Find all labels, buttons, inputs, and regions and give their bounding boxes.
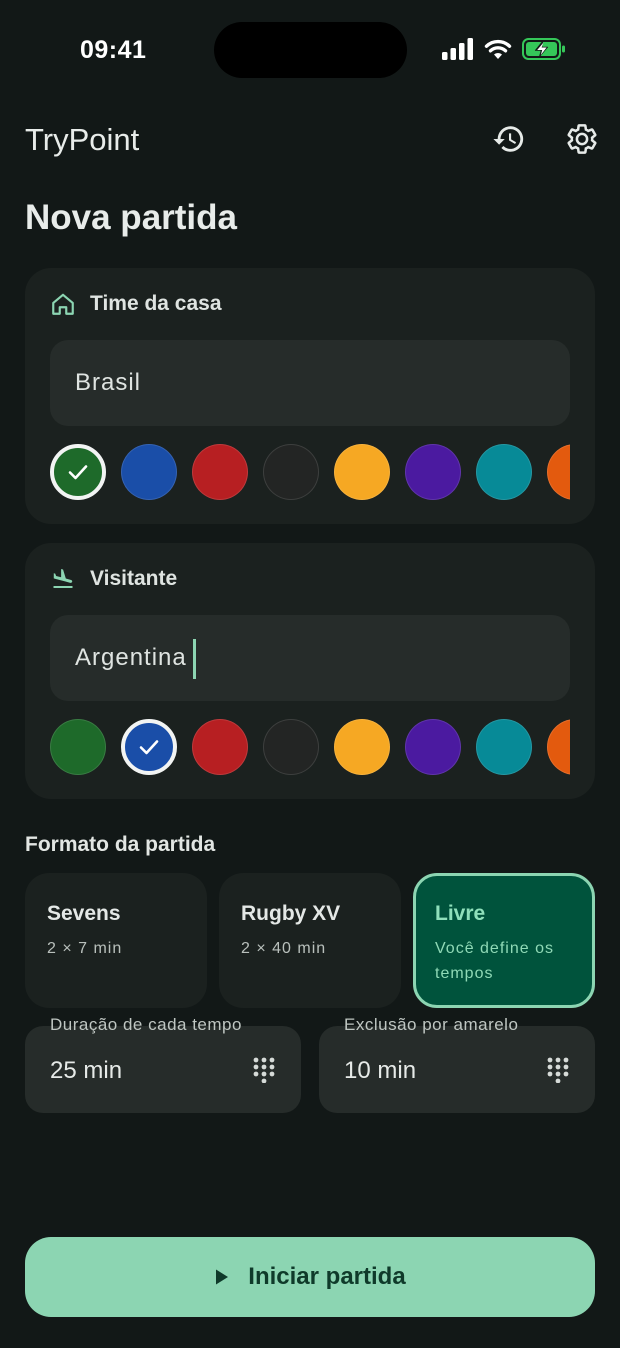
history-button[interactable] — [488, 118, 530, 160]
away-team-card: Visitante — [25, 543, 595, 799]
away-color-black[interactable] — [263, 719, 319, 775]
format-desc: 2 × 7 min — [47, 940, 123, 957]
away-team-input[interactable] — [50, 615, 570, 701]
home-team-label: Time da casa — [90, 292, 222, 315]
history-icon — [493, 126, 524, 152]
away-color-green[interactable] — [50, 719, 106, 775]
home-color-green[interactable] — [50, 444, 106, 500]
check-icon — [139, 740, 159, 755]
text-cursor — [193, 639, 196, 679]
home-color-yellow[interactable] — [334, 444, 390, 500]
format-option-rugby-xv[interactable]: Rugby XV 2 × 40 min — [219, 873, 401, 1008]
wifi-icon — [484, 39, 512, 59]
gear-icon — [567, 124, 597, 154]
away-color-purple[interactable] — [405, 719, 461, 775]
start-match-label: Iniciar partida — [248, 1263, 406, 1290]
status-icons — [442, 38, 566, 60]
away-color-blue[interactable] — [121, 719, 177, 775]
home-color-teal[interactable] — [476, 444, 532, 500]
yellow-card-exclusion-field[interactable]: Exclusão por amarelo 10 min — [319, 1015, 595, 1113]
away-color-picker — [50, 719, 570, 775]
format-section-label: Formato da partida — [25, 833, 216, 856]
play-icon — [216, 1269, 229, 1285]
format-desc: Você define os tempos — [435, 940, 554, 982]
signal-icon — [442, 38, 473, 60]
home-color-orange[interactable] — [547, 444, 570, 500]
dialpad-icon — [547, 1057, 569, 1083]
format-name: Livre — [435, 902, 486, 925]
home-color-blue[interactable] — [121, 444, 177, 500]
format-name: Sevens — [47, 902, 121, 925]
dynamic-island — [214, 22, 407, 78]
dialpad-icon — [253, 1057, 275, 1083]
check-icon — [68, 465, 88, 480]
yellow-card-exclusion-label: Exclusão por amarelo — [344, 1015, 519, 1034]
format-name: Rugby XV — [241, 902, 341, 925]
battery-charging-icon — [522, 38, 565, 60]
flight-land-icon — [53, 569, 73, 588]
half-duration-value: 25 min — [50, 1057, 123, 1084]
settings-button[interactable] — [561, 118, 603, 160]
home-color-black[interactable] — [263, 444, 319, 500]
home-team-header: Time da casa — [50, 292, 222, 316]
away-team-field[interactable] — [50, 615, 570, 701]
home-team-card: Time da casa — [25, 268, 595, 524]
home-team-input[interactable] — [50, 340, 570, 426]
format-desc: 2 × 40 min — [241, 940, 327, 957]
away-color-teal[interactable] — [476, 719, 532, 775]
status-bar: 09:41 — [0, 0, 620, 100]
start-match-button[interactable]: Iniciar partida — [25, 1237, 595, 1317]
away-color-orange[interactable] — [547, 719, 570, 775]
home-icon — [52, 293, 74, 315]
away-color-red[interactable] — [192, 719, 248, 775]
home-color-red[interactable] — [192, 444, 248, 500]
home-team-field[interactable] — [50, 340, 570, 426]
away-color-yellow[interactable] — [334, 719, 390, 775]
yellow-card-exclusion-value: 10 min — [344, 1057, 417, 1084]
format-option-livre[interactable]: Livre Você define os tempos — [413, 873, 595, 1008]
home-color-purple[interactable] — [405, 444, 461, 500]
status-time: 09:41 — [80, 36, 147, 64]
app-title: TryPoint — [25, 122, 140, 157]
format-option-sevens[interactable]: Sevens 2 × 7 min — [25, 873, 207, 1008]
away-team-label: Visitante — [90, 567, 178, 590]
half-duration-label: Duração de cada tempo — [50, 1015, 242, 1034]
half-duration-field[interactable]: Duração de cada tempo 25 min — [25, 1015, 301, 1113]
page-title: Nova partida — [25, 198, 237, 237]
away-team-header: Visitante — [50, 567, 177, 591]
home-color-picker — [50, 444, 570, 500]
